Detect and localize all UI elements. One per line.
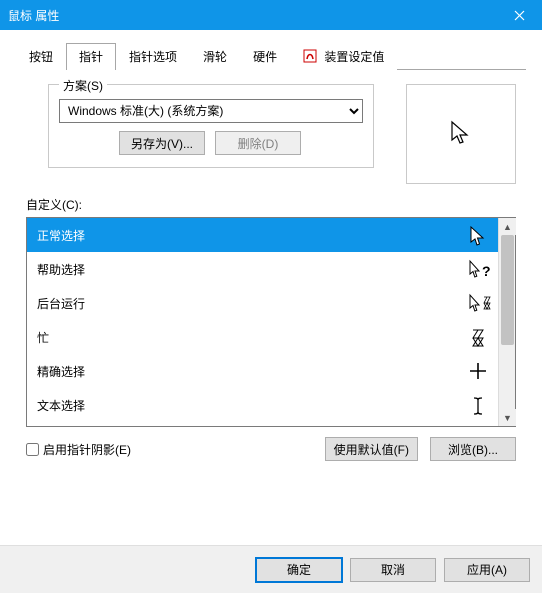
dialog-footer: 确定 取消 应用(A)	[0, 545, 542, 593]
tab-buttons[interactable]: 按钮	[16, 43, 66, 70]
ok-button[interactable]: 确定	[256, 558, 342, 582]
tab-strip: 按钮 指针 指针选项 滑轮 硬件 装置设定值	[16, 42, 526, 70]
crosshair-cursor-icon	[468, 361, 488, 381]
arrow-cursor-icon	[468, 225, 488, 245]
scheme-combo[interactable]: Windows 标准(大) (系统方案)	[59, 99, 363, 123]
tab-hardware[interactable]: 硬件	[240, 43, 290, 70]
list-item-precision[interactable]: 精确选择	[27, 354, 498, 388]
list-item-normal-select[interactable]: 正常选择	[27, 218, 498, 252]
cursor-list[interactable]: 正常选择 帮助选择 ? 后台运行 忙 精确选择 文本选择	[26, 217, 516, 427]
busy-cursor-icon	[468, 327, 488, 347]
tab-wheel[interactable]: 滑轮	[190, 43, 240, 70]
ibeam-cursor-icon	[468, 395, 488, 415]
scheme-group: 方案(S) Windows 标准(大) (系统方案) 另存为(V)... 删除(…	[48, 84, 374, 168]
device-settings-icon	[303, 49, 317, 66]
help-cursor-icon: ?	[468, 259, 488, 279]
list-item-help-select[interactable]: 帮助选择 ?	[27, 252, 498, 286]
close-button[interactable]	[497, 0, 542, 30]
cancel-button[interactable]: 取消	[350, 558, 436, 582]
scroll-thumb[interactable]	[501, 235, 514, 345]
scroll-up-button[interactable]: ▲	[499, 218, 516, 235]
window-title: 鼠标 属性	[8, 7, 59, 24]
list-item-text-select[interactable]: 文本选择	[27, 388, 498, 422]
list-scrollbar[interactable]: ▲ ▼	[498, 218, 515, 426]
use-default-button[interactable]: 使用默认值(F)	[325, 437, 418, 461]
cursor-preview	[406, 84, 516, 184]
enable-shadow-input[interactable]	[26, 443, 39, 456]
title-bar: 鼠标 属性	[0, 0, 542, 30]
enable-shadow-checkbox[interactable]: 启用指针阴影(E)	[26, 441, 313, 458]
tab-device-settings[interactable]: 装置设定值	[290, 43, 397, 70]
list-item-background[interactable]: 后台运行	[27, 286, 498, 320]
browse-button[interactable]: 浏览(B)...	[430, 437, 516, 461]
save-as-button[interactable]: 另存为(V)...	[119, 131, 205, 155]
svg-text:?: ?	[482, 263, 491, 279]
tab-pointers[interactable]: 指针	[66, 43, 116, 70]
list-item-busy[interactable]: 忙	[27, 320, 498, 354]
close-icon	[514, 10, 525, 21]
customize-label: 自定义(C):	[26, 196, 538, 213]
scheme-group-label: 方案(S)	[59, 77, 107, 94]
apply-button[interactable]: 应用(A)	[444, 558, 530, 582]
scroll-down-button[interactable]: ▼	[499, 409, 516, 426]
background-cursor-icon	[468, 293, 488, 313]
tab-pointer-options[interactable]: 指针选项	[116, 43, 190, 70]
arrow-cursor-icon	[449, 120, 473, 148]
delete-button: 删除(D)	[215, 131, 301, 155]
